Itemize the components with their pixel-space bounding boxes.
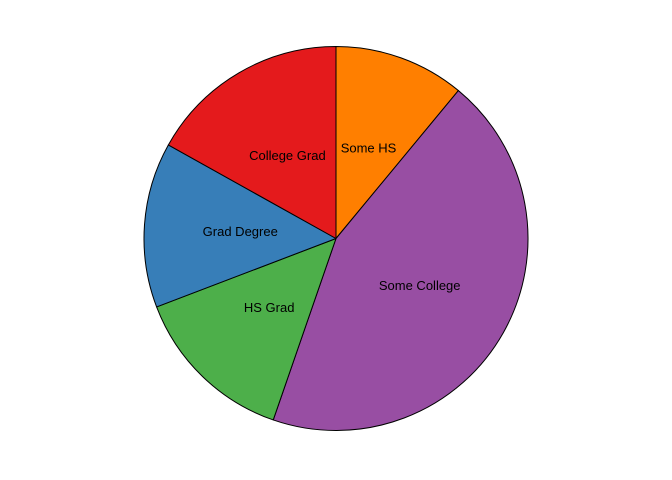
pie-label-hs-grad: HS Grad bbox=[244, 300, 295, 315]
pie-chart: Some HS Some College HS Grad Grad Degree Col… bbox=[143, 46, 529, 431]
pie-label-some-hs: Some HS bbox=[341, 141, 397, 156]
pie-slices bbox=[143, 46, 529, 431]
pie-label-grad-degree: Grad Degree bbox=[203, 224, 278, 239]
pie-label-college-grad: College Grad bbox=[249, 148, 326, 163]
pie-label-some-college: Some College bbox=[379, 278, 461, 293]
